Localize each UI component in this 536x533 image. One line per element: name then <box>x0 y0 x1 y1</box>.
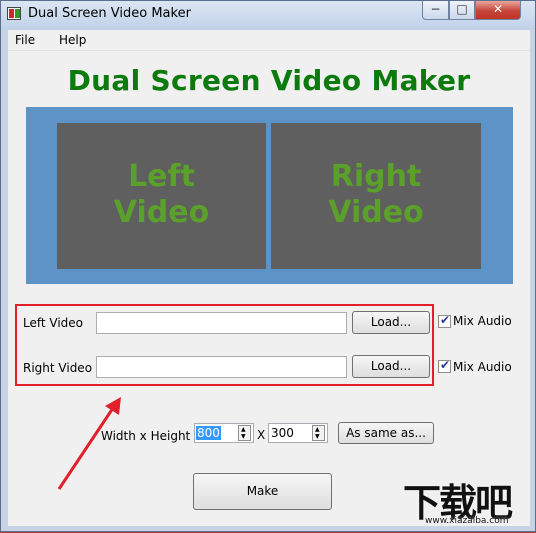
arrow-head <box>105 397 121 415</box>
arrow-shaft <box>57 404 117 490</box>
watermark-url: www.xiazaiba.com <box>425 516 509 526</box>
annotation-arrow-icon <box>57 397 121 490</box>
watermark: 下载吧 www.xiazaiba.com <box>403 472 531 526</box>
app-window: Dual Screen Video Maker − □ ✕ File Help … <box>0 0 536 532</box>
